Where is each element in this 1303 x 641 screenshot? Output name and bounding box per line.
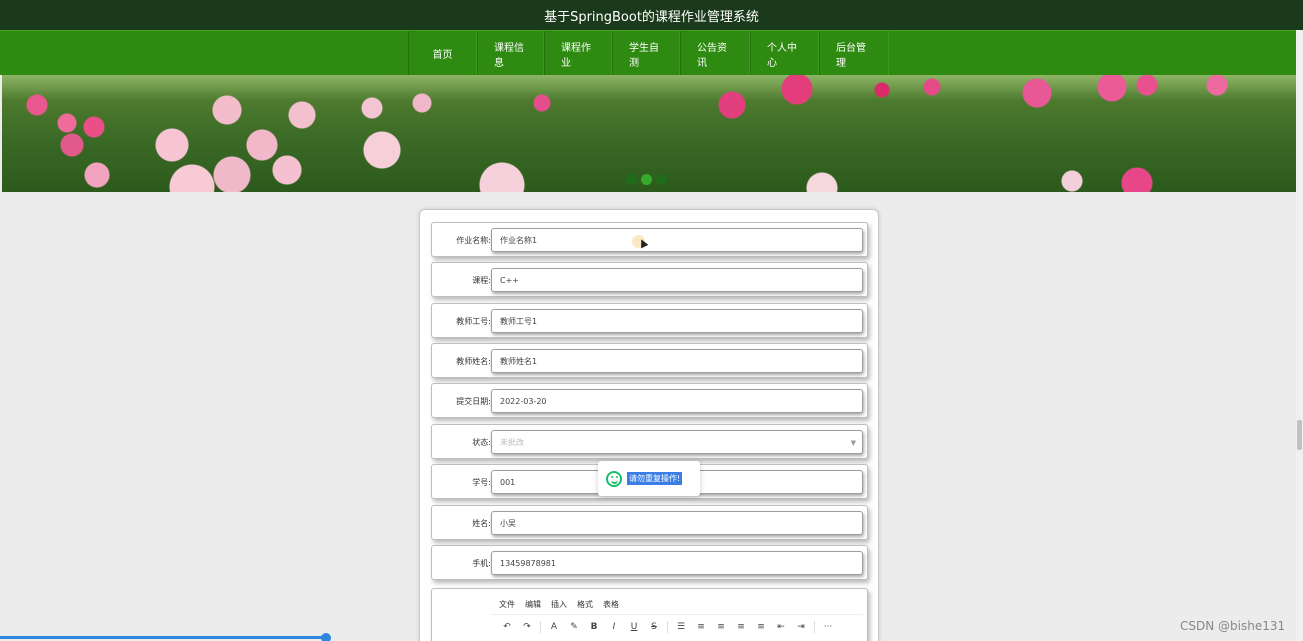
form-row-teacher-name: 教师姓名: 教师姓名1: [431, 343, 868, 378]
redo-icon[interactable]: ↷: [517, 622, 537, 632]
undo-icon[interactable]: ↶: [497, 622, 517, 632]
nav-item-course-homework[interactable]: 课程作业: [544, 31, 612, 76]
bold-icon[interactable]: B: [584, 622, 604, 632]
list-icon[interactable]: ☰: [671, 622, 691, 632]
toolbar-divider: [667, 621, 668, 633]
editor-menu-format[interactable]: 格式: [577, 599, 593, 610]
status-select[interactable]: 未批改 ▼: [491, 430, 863, 454]
nav-item-personal-center[interactable]: 个人中心: [750, 31, 819, 76]
form-row-status: 状态: 未批改 ▼: [431, 424, 868, 459]
field-label: 教师姓名:: [456, 357, 491, 366]
nav-item-course-info[interactable]: 课程信息: [477, 31, 544, 76]
field-label: 手机:: [472, 559, 491, 568]
course-input[interactable]: C++: [491, 268, 863, 292]
homework-form: 作业名称: 作业名称1 课程: C++ 教师工号: 教师工号1 教师姓名: 教师…: [419, 209, 879, 641]
teacher-name-input[interactable]: 教师姓名1: [491, 349, 863, 373]
form-row-phone: 手机: 13459878981: [431, 545, 868, 580]
align-right-icon[interactable]: ≡: [731, 622, 751, 632]
field-label: 姓名:: [472, 519, 491, 528]
indent-icon[interactable]: ⇥: [791, 622, 811, 632]
rich-text-editor: 文件 编辑 插入 格式 表格 ↶ ↷ A ✎ B I U S ☰ ≡ ≡ ≡ ≡…: [431, 588, 868, 641]
homework-name-input[interactable]: 作业名称1: [491, 228, 863, 252]
toolbar-divider: [540, 621, 541, 633]
form-row-teacher-id: 教师工号: 教师工号1: [431, 303, 868, 338]
field-label: 作业名称:: [456, 236, 491, 245]
field-label: 提交日期:: [456, 397, 491, 406]
watermark: CSDN @bishe131: [1180, 619, 1286, 633]
carousel-indicators: [626, 174, 667, 185]
progress-fill: [0, 636, 328, 639]
editor-menu-edit[interactable]: 编辑: [525, 599, 541, 610]
site-header: 基于SpringBoot的课程作业管理系统: [0, 0, 1303, 30]
underline-icon[interactable]: U: [624, 622, 644, 632]
carousel-dot-2[interactable]: [641, 174, 652, 185]
editor-toolbar: ↶ ↷ A ✎ B I U S ☰ ≡ ≡ ≡ ≡ ⇤ ⇥ ···: [491, 617, 863, 637]
text-color-icon[interactable]: A: [544, 622, 564, 632]
align-left-icon[interactable]: ≡: [691, 622, 711, 632]
toast-text: 请勿重复操作!: [627, 472, 683, 485]
field-label: 教师工号:: [456, 317, 491, 326]
progress-handle[interactable]: [321, 633, 331, 641]
nav-item-news[interactable]: 公告资讯: [680, 31, 750, 76]
editor-menu-file[interactable]: 文件: [499, 599, 515, 610]
nav-item-home[interactable]: 首页: [408, 31, 477, 76]
more-icon[interactable]: ···: [818, 622, 838, 632]
status-select-value: 未批改: [500, 437, 524, 447]
align-center-icon[interactable]: ≡: [711, 622, 731, 632]
field-label: 状态:: [472, 438, 491, 447]
form-row-course: 课程: C++: [431, 262, 868, 297]
italic-icon[interactable]: I: [604, 622, 624, 632]
student-name-input[interactable]: 小吴: [491, 511, 863, 535]
nav-item-self-test[interactable]: 学生自测: [612, 31, 680, 76]
scrollbar-thumb[interactable]: [1297, 420, 1302, 450]
form-row-student-name: 姓名: 小吴: [431, 505, 868, 540]
form-row-submit-date: 提交日期: 2022-03-20: [431, 383, 868, 418]
strikethrough-icon[interactable]: S: [644, 622, 664, 632]
submit-date-input[interactable]: 2022-03-20: [491, 389, 863, 413]
editor-menubar: 文件 编辑 插入 格式 表格: [491, 595, 863, 615]
outdent-icon[interactable]: ⇤: [771, 622, 791, 632]
nav-items: 首页 课程信息 课程作业 学生自测 公告资讯 个人中心 后台管理: [408, 31, 889, 76]
main-nav: 首页 课程信息 课程作业 学生自测 公告资讯 个人中心 后台管理: [0, 30, 1303, 76]
site-title: 基于SpringBoot的课程作业管理系统: [544, 9, 759, 25]
smile-icon: [606, 470, 622, 487]
chevron-down-icon: ▼: [850, 439, 856, 447]
toast-message: 请勿重复操作!: [598, 461, 700, 496]
highlight-icon[interactable]: ✎: [564, 622, 584, 632]
teacher-id-input[interactable]: 教师工号1: [491, 309, 863, 333]
video-progress-bar[interactable]: [0, 633, 1303, 641]
editor-menu-table[interactable]: 表格: [603, 599, 619, 610]
phone-input[interactable]: 13459878981: [491, 551, 863, 575]
editor-menu-insert[interactable]: 插入: [551, 599, 567, 610]
field-label: 学号:: [472, 478, 491, 487]
page-scrollbar[interactable]: [1296, 30, 1303, 641]
nav-item-admin[interactable]: 后台管理: [819, 31, 889, 76]
toolbar-divider: [814, 621, 815, 633]
carousel-dot-3[interactable]: [656, 174, 667, 185]
carousel-dot-1[interactable]: [626, 174, 637, 185]
align-justify-icon[interactable]: ≡: [751, 622, 771, 632]
form-row-homework-name: 作业名称: 作业名称1: [431, 222, 868, 257]
field-label: 课程:: [472, 276, 491, 285]
